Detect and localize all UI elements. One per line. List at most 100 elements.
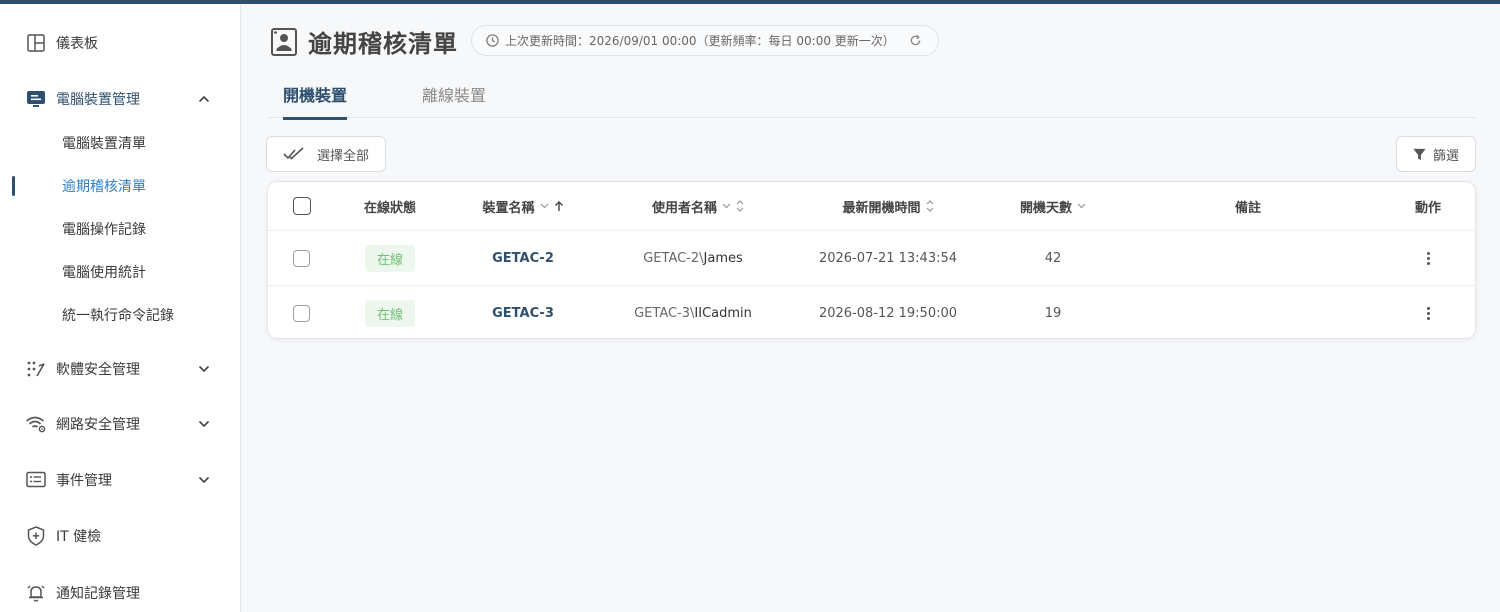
action-cell (1388, 286, 1468, 340)
sidebar-item-label: 儀表板 (56, 36, 98, 52)
sidebar-subitem-device-list[interactable]: 電腦裝置清單 (0, 125, 240, 161)
software-icon (25, 358, 47, 380)
sidebar-item-label: 軟體安全管理 (56, 362, 140, 378)
more-actions-icon[interactable] (1426, 306, 1430, 320)
sidebar-item-it-checkup[interactable]: IT 健檢 (0, 516, 240, 556)
row-checkbox-cell (293, 232, 310, 285)
select-all-label: 選擇全部 (317, 148, 370, 164)
chevron-down-icon[interactable] (196, 472, 212, 488)
sidebar-item-label: IT 健檢 (56, 529, 102, 545)
boot-days-cell: 19 (1044, 305, 1062, 321)
device-name-link[interactable]: GETAC-3 (492, 306, 554, 321)
sort-icon[interactable] (736, 200, 744, 212)
column-header-days[interactable]: 開機天數 (998, 182, 1108, 230)
column-header-label: 最新開機時間 (842, 200, 921, 216)
column-header-device[interactable]: 裝置名稱 (458, 182, 588, 230)
table-row: 在線 GETAC-3 GETAC-3\ IICadmin 2026-08-12 1… (268, 286, 1475, 340)
sidebar-item-label: 通知記錄管理 (56, 586, 140, 602)
row-checkbox[interactable] (293, 250, 310, 267)
double-check-icon (283, 147, 304, 160)
list-icon (25, 469, 47, 491)
sidebar-subitem-command-log[interactable]: 統一執行命令記錄 (0, 297, 240, 333)
user-domain: GETAC-2\ (643, 251, 704, 266)
chevron-down-icon[interactable] (722, 203, 731, 209)
column-header-label: 裝置名稱 (482, 200, 535, 216)
column-header-label: 使用者名稱 (651, 200, 717, 216)
header-checkbox[interactable] (293, 197, 311, 215)
sidebar-item-label: 電腦裝置管理 (56, 92, 140, 108)
alarm-bell-icon (25, 582, 47, 604)
sort-ascending-icon[interactable] (554, 200, 564, 212)
main-content: 逾期稽核清單 上次更新時間：2026/09/01 00:00（更新頻率：每日 0… (242, 4, 1500, 612)
sidebar-subitem-overdue-audit[interactable]: 逾期稽核清單 (0, 168, 240, 204)
action-cell (1388, 232, 1468, 285)
chevron-up-icon[interactable] (196, 91, 212, 107)
audit-report-icon (270, 27, 298, 57)
sidebar-item-dashboard[interactable]: 儀表板 (0, 23, 240, 63)
user-account: IICadmin (694, 305, 752, 321)
sidebar-subitem-usage-stats[interactable]: 電腦使用統計 (0, 254, 240, 290)
sidebar: 儀表板 電腦裝置管理 電腦裝置清單 逾期稽核清單 電腦操作記錄 電腦使用統計 統… (0, 4, 241, 612)
active-indicator (12, 176, 15, 196)
chevron-down-icon[interactable] (196, 361, 212, 377)
wifi-gear-icon (25, 413, 47, 435)
last-boot-cell: 2026-07-21 13:43:54 (818, 251, 958, 266)
sidebar-item-label: 網路安全管理 (56, 417, 140, 433)
sort-icon[interactable] (926, 200, 934, 212)
select-all-button[interactable]: 選擇全部 (266, 136, 386, 172)
column-header-last-boot[interactable]: 最新開機時間 (808, 182, 968, 230)
funnel-icon (1413, 148, 1426, 160)
note-cell (1198, 232, 1298, 285)
more-actions-icon[interactable] (1426, 252, 1430, 265)
chevron-down-icon[interactable] (196, 416, 212, 432)
page-title: 逾期稽核清單 (308, 30, 458, 58)
table-row: 在線 GETAC-2 GETAC-2\ James 2026-07-21 13:4… (268, 232, 1475, 286)
status-cell: 在線 (340, 232, 440, 285)
column-header-action: 動作 (1414, 200, 1441, 216)
device-name-link[interactable]: GETAC-2 (492, 251, 554, 266)
row-checkbox-cell (293, 286, 310, 340)
last-update-info: 上次更新時間：2026/09/01 00:00（更新頻率：每日 00:00 更新… (471, 25, 939, 56)
boot-days-cell: 42 (1044, 251, 1062, 266)
page-header: 逾期稽核清單 (270, 24, 458, 59)
device-name-cell: GETAC-3 (458, 286, 588, 340)
sidebar-subitem-label: 逾期稽核清單 (62, 179, 146, 195)
chevron-down-icon[interactable] (1077, 203, 1086, 209)
select-all-checkbox-cell (293, 182, 311, 230)
dashboard-icon (25, 32, 47, 54)
sidebar-item-software-security[interactable]: 軟體安全管理 (0, 349, 240, 389)
user-name-cell: GETAC-3\ IICadmin (588, 286, 798, 340)
filter-button[interactable]: 篩選 (1396, 136, 1476, 172)
table-header-row: 在線狀態 裝置名稱 使用者名稱 最新開機時間 開機天數 備註 動作 (268, 182, 1475, 231)
row-checkbox[interactable] (293, 304, 310, 322)
sidebar-item-event-management[interactable]: 事件管理 (0, 460, 240, 500)
computer-icon (25, 88, 47, 110)
tab-powered-on-devices[interactable]: 開機裝置 (283, 82, 348, 120)
clock-icon (486, 34, 499, 47)
last-boot-cell: 2026-08-12 19:50:00 (818, 305, 958, 321)
sidebar-item-notification-log[interactable]: 通知記錄管理 (0, 573, 240, 612)
note-cell (1198, 286, 1298, 340)
status-cell: 在線 (340, 286, 440, 340)
chevron-down-icon[interactable] (540, 203, 549, 209)
overdue-device-table: 在線狀態 裝置名稱 使用者名稱 最新開機時間 開機天數 備註 動作 在線 GET… (267, 181, 1476, 339)
sidebar-item-label: 事件管理 (56, 473, 112, 489)
status-badge: 在線 (364, 245, 415, 272)
column-header-label: 開機天數 (1019, 200, 1072, 216)
user-name-cell: GETAC-2\ James (588, 232, 798, 285)
tab-bar: 開機裝置 離線裝置 (267, 82, 1476, 120)
column-header-note: 備註 (1234, 200, 1261, 216)
sidebar-item-network-security[interactable]: 網路安全管理 (0, 404, 240, 444)
status-badge: 在線 (364, 299, 415, 327)
filter-label: 篩選 (1433, 148, 1460, 164)
tab-offline-devices[interactable]: 離線裝置 (422, 82, 486, 118)
user-domain: GETAC-3\ (634, 305, 695, 321)
last-update-text: 上次更新時間：2026/09/01 00:00（更新頻率：每日 00:00 更新… (505, 34, 895, 48)
column-header-status: 在線狀態 (363, 200, 416, 216)
column-header-user[interactable]: 使用者名稱 (618, 182, 778, 230)
refresh-icon[interactable] (909, 34, 922, 47)
device-name-cell: GETAC-2 (458, 232, 588, 285)
sidebar-subitem-operation-log[interactable]: 電腦操作記錄 (0, 211, 240, 247)
sidebar-item-device-management[interactable]: 電腦裝置管理 (0, 79, 240, 119)
user-account: James (703, 251, 743, 266)
